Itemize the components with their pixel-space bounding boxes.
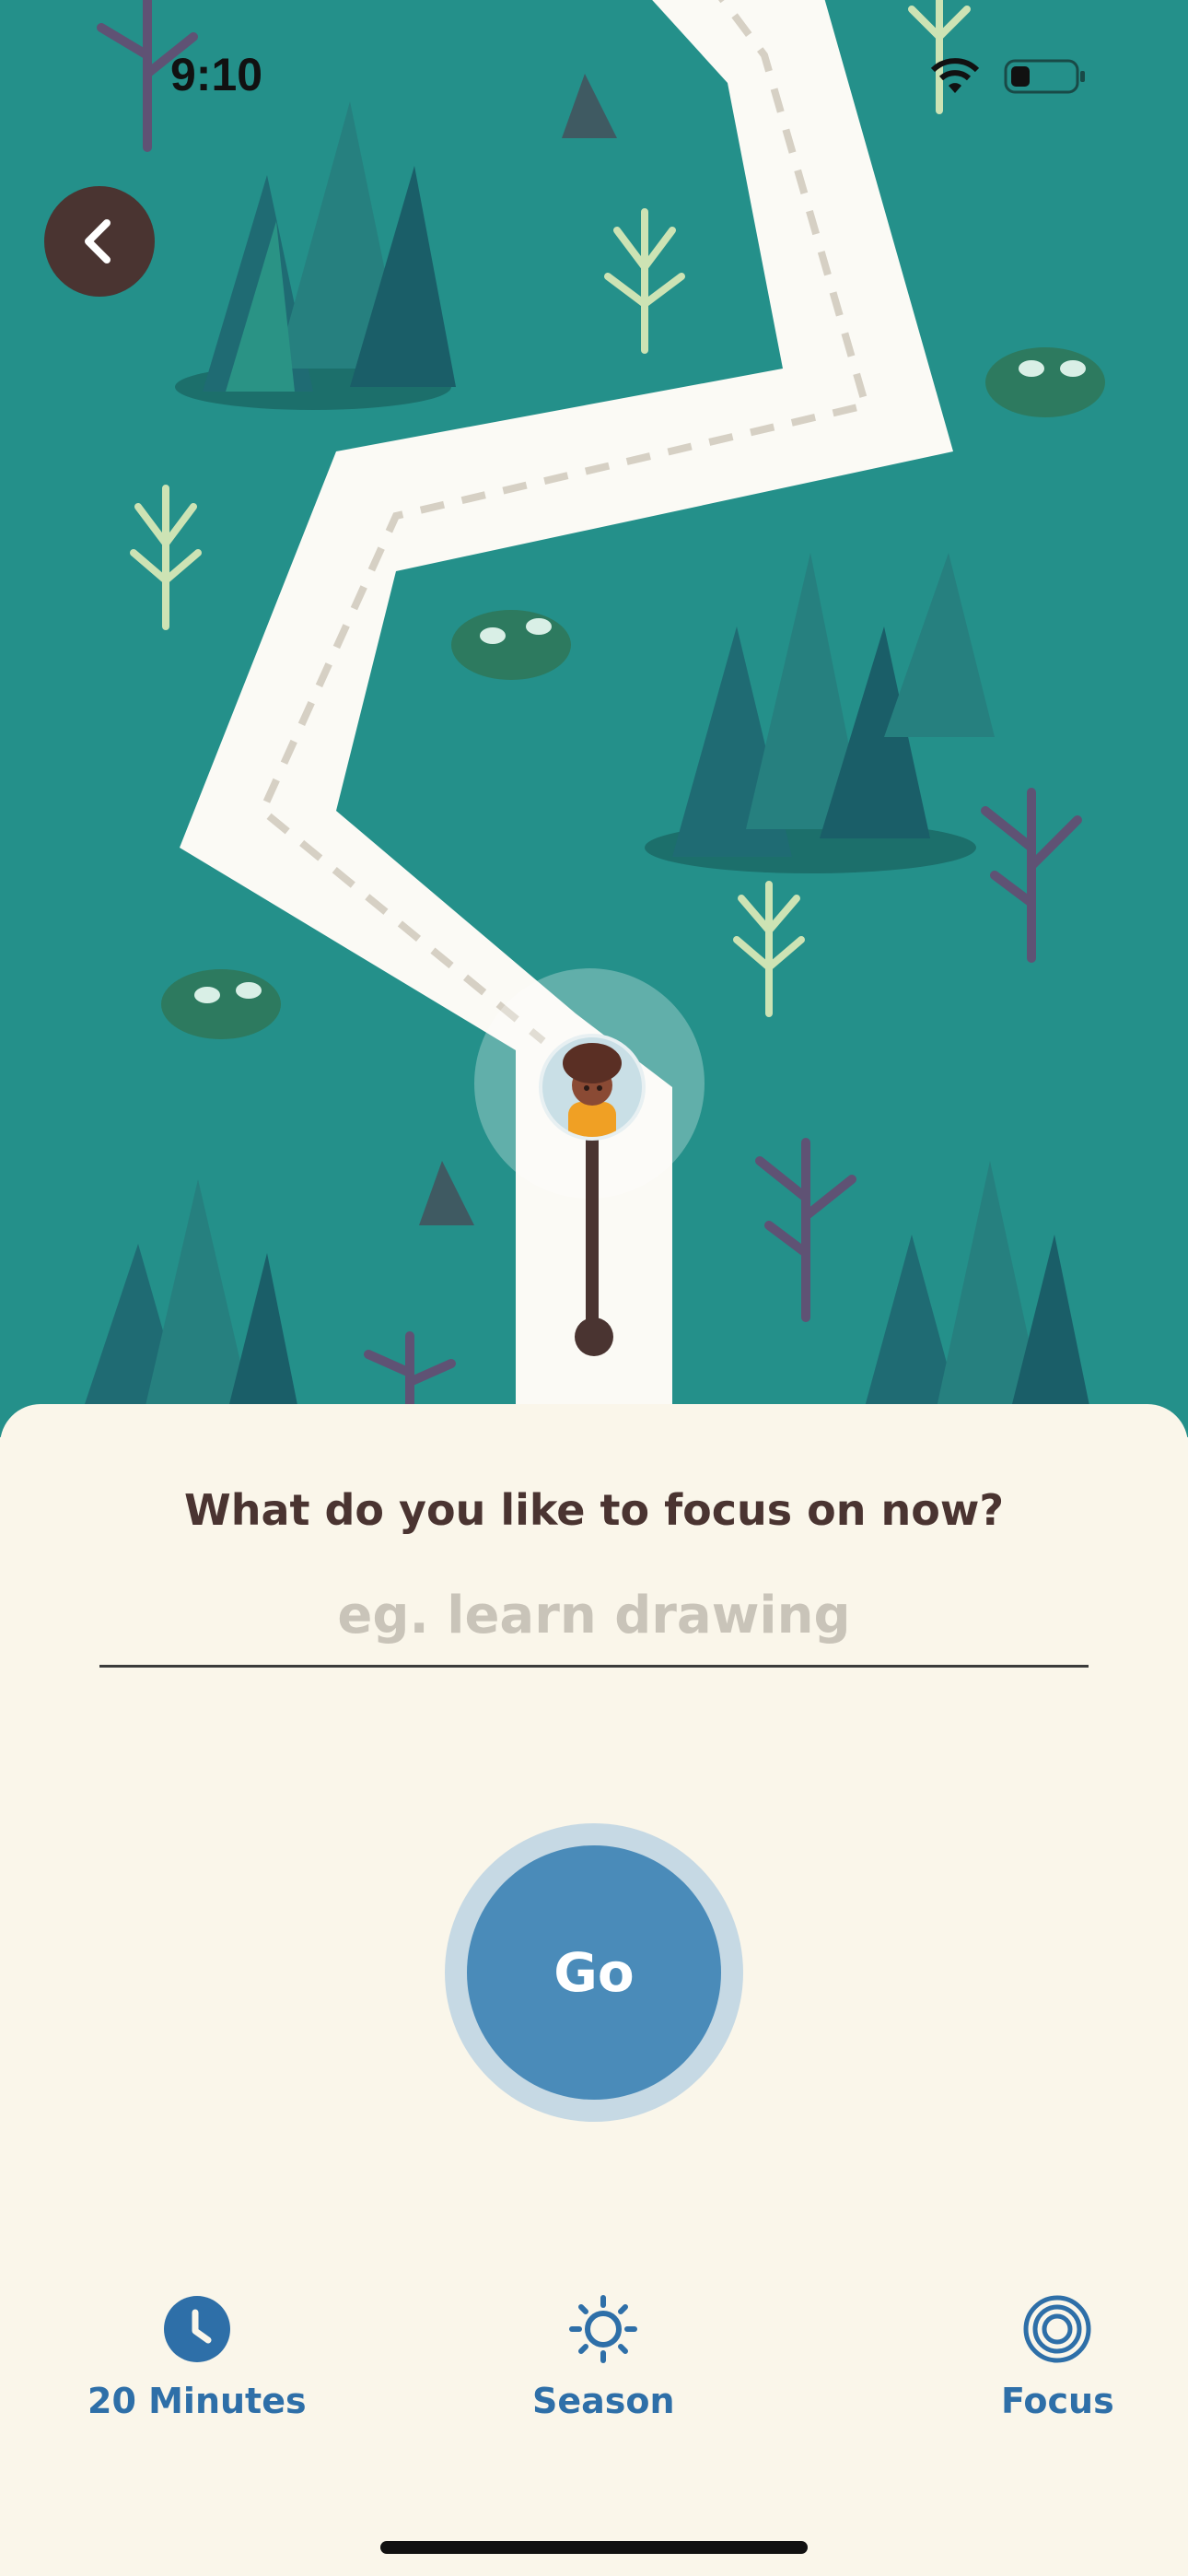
forest-map xyxy=(0,0,1188,1437)
pine-trees-top-left xyxy=(175,101,456,410)
tab-20-minutes[interactable]: 20 Minutes xyxy=(87,2294,307,2421)
tab-label-focus: Focus xyxy=(1001,2381,1114,2421)
map-illustration xyxy=(74,0,1105,1437)
battery-icon xyxy=(1004,59,1085,94)
pine-trees-bottom-left xyxy=(74,1179,304,1437)
focus-goal-input[interactable] xyxy=(99,1566,1089,1668)
tab-focus[interactable]: Focus xyxy=(1001,2294,1114,2421)
tab-season[interactable]: Season xyxy=(532,2294,675,2421)
tab-label-20-minutes: 20 Minutes xyxy=(87,2381,307,2421)
focus-prompt: What do you like to focus on now? xyxy=(183,1485,1005,1535)
status-icons xyxy=(928,57,1087,96)
back-button[interactable] xyxy=(44,186,155,297)
home-indicator xyxy=(380,2541,808,2554)
pine-trees-mid-right xyxy=(645,553,995,873)
character-avatar[interactable] xyxy=(539,1034,646,1141)
character-avatar-icon xyxy=(563,1043,622,1137)
status-time: 9:10 xyxy=(170,49,263,100)
target-rings-icon xyxy=(1023,2295,1091,2363)
clock-icon xyxy=(163,2296,230,2362)
sun-icon xyxy=(569,2295,638,2363)
chevron-left-icon xyxy=(85,219,111,263)
pine-trees-bottom-right xyxy=(856,1161,1096,1437)
go-button[interactable]: Go xyxy=(467,1845,721,2100)
progress-start-dot xyxy=(575,1317,613,1356)
wifi-icon xyxy=(930,58,980,93)
tab-label-season: Season xyxy=(532,2381,675,2421)
